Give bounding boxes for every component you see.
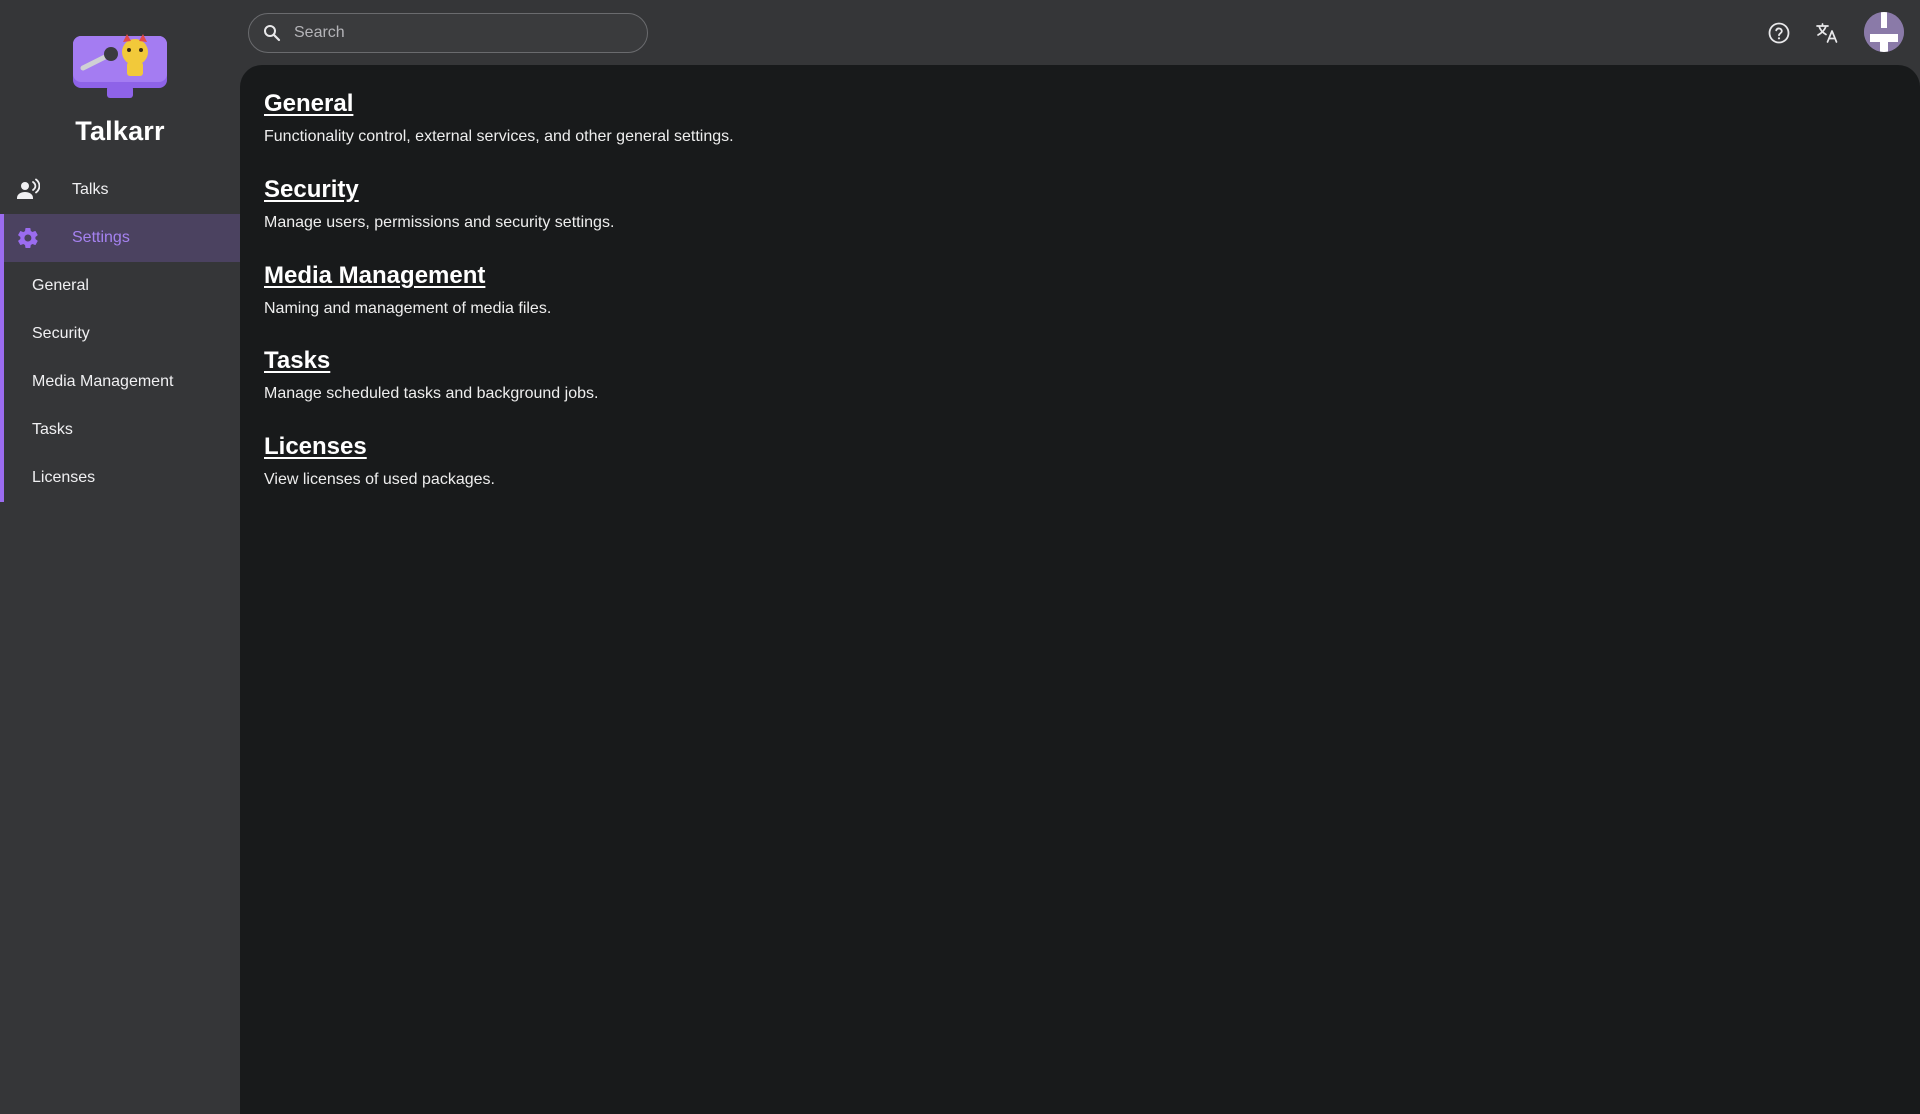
sidebar-subitem-label: Tasks bbox=[32, 421, 73, 438]
talks-icon bbox=[16, 178, 41, 202]
section-title-link[interactable]: Tasks bbox=[264, 346, 330, 376]
settings-section-general: General Functionality control, external … bbox=[264, 89, 734, 147]
section-title-link[interactable]: General bbox=[264, 89, 353, 119]
app-logo[interactable] bbox=[73, 34, 167, 100]
sidebar-item-settings[interactable]: Settings bbox=[0, 214, 240, 262]
sidebar-subitem-media-management[interactable]: Media Management bbox=[0, 358, 240, 406]
search-input[interactable] bbox=[294, 14, 634, 52]
gear-icon bbox=[16, 226, 40, 250]
sidebar-subitem-general[interactable]: General bbox=[0, 262, 240, 310]
section-title-link[interactable]: Media Management bbox=[264, 261, 485, 291]
sidebar: Talkarr Talks Settings General Security … bbox=[0, 0, 240, 1114]
sidebar-subitem-label: Licenses bbox=[32, 469, 96, 486]
sidebar-subitem-label: General bbox=[32, 277, 89, 294]
search-icon bbox=[263, 24, 281, 42]
sidebar-subitem-tasks[interactable]: Tasks bbox=[0, 406, 240, 454]
main-content: General Functionality control, external … bbox=[240, 65, 1920, 1114]
section-description: Naming and management of media files. bbox=[264, 300, 552, 317]
settings-section-media-management: Media Management Naming and management o… bbox=[264, 261, 551, 319]
section-description: Manage scheduled tasks and background jo… bbox=[264, 385, 599, 402]
app-title: Talkarr bbox=[75, 116, 165, 146]
help-icon[interactable] bbox=[1767, 21, 1791, 45]
sidebar-item-talks[interactable]: Talks bbox=[0, 166, 240, 214]
section-description: Functionality control, external services… bbox=[264, 128, 734, 145]
sidebar-subitem-security[interactable]: Security bbox=[0, 310, 240, 358]
sidebar-subitem-label: Security bbox=[32, 325, 90, 342]
sidebar-subitem-licenses[interactable]: Licenses bbox=[0, 454, 240, 502]
translate-icon[interactable] bbox=[1815, 21, 1839, 45]
app-window: Talkarr Talks Settings General Security … bbox=[0, 0, 1920, 1114]
settings-section-security: Security Manage users, permissions and s… bbox=[264, 175, 614, 233]
section-title-link[interactable]: Licenses bbox=[264, 432, 367, 462]
sidebar-item-label: Settings bbox=[72, 229, 130, 246]
avatar[interactable] bbox=[1864, 12, 1904, 52]
settings-section-tasks: Tasks Manage scheduled tasks and backgro… bbox=[264, 346, 598, 404]
section-title-link[interactable]: Security bbox=[264, 175, 359, 205]
settings-section-licenses: Licenses View licenses of used packages. bbox=[264, 432, 495, 490]
search-bar[interactable] bbox=[248, 13, 648, 53]
section-description: Manage users, permissions and security s… bbox=[264, 214, 615, 231]
sidebar-subitem-label: Media Management bbox=[32, 373, 174, 390]
section-description: View licenses of used packages. bbox=[264, 471, 495, 488]
sidebar-item-label: Talks bbox=[72, 181, 109, 198]
